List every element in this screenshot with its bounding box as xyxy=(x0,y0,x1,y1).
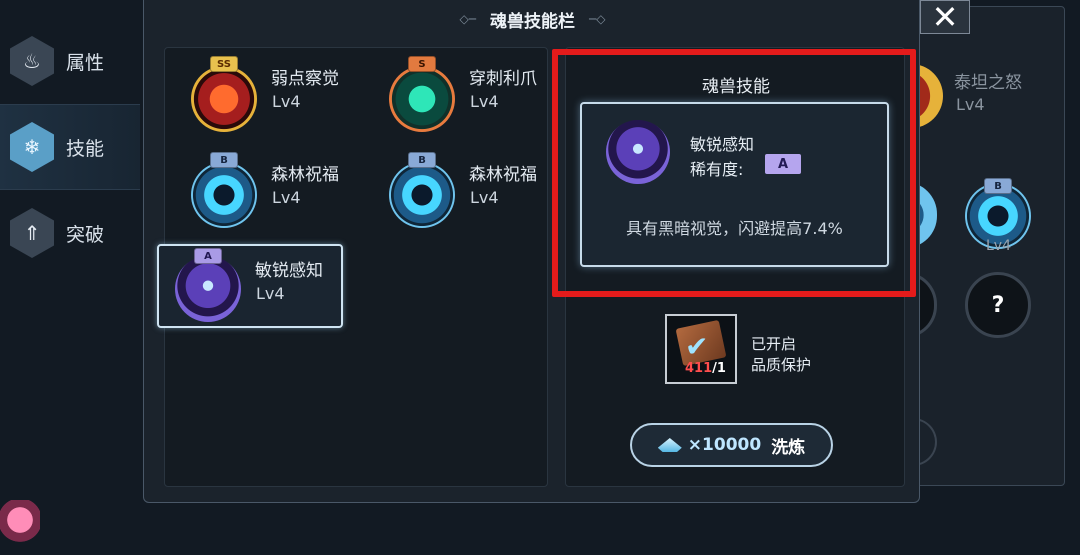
skill-level: Lv4 xyxy=(256,284,285,303)
arrow-up-icon: ⇑ xyxy=(10,208,54,258)
protection-line-2: 品质保护 xyxy=(751,356,812,374)
wash-cost: ×10000 xyxy=(687,435,762,455)
skill-level: Lv4 xyxy=(470,188,499,207)
skill-detail-card: 敏锐感知 稀有度: A 具有黑暗视觉，闪避提高7.4% xyxy=(580,102,889,267)
rarity-badge: SS xyxy=(210,56,238,72)
side-nav: ♨ 属性 ❄ 技能 ⇑ 突破 xyxy=(0,0,140,555)
nav-item-label: 突破 xyxy=(66,223,105,246)
piercing-claw-skill-icon xyxy=(389,66,455,132)
modal-title: 魂兽技能栏 xyxy=(490,11,575,32)
flame-icon: ♨ xyxy=(10,36,54,86)
nav-item-label: 技能 xyxy=(66,137,105,160)
wash-label: 洗炼 xyxy=(771,437,806,458)
crystal-icon xyxy=(657,438,682,452)
nav-item-breakthrough[interactable]: ⇑ 突破 xyxy=(0,190,140,276)
detail-heading: 魂兽技能 xyxy=(702,77,770,97)
skill-detail-panel: 魂兽技能 敏锐感知 稀有度: A 具有黑暗视觉，闪避提高7.4% xyxy=(565,47,905,487)
skill-item[interactable]: B 森林祝福 Lv4 xyxy=(173,148,359,232)
rarity-badge: A xyxy=(765,154,801,174)
rarity-label: 稀有度: xyxy=(690,160,744,179)
rarity-badge: B xyxy=(408,152,436,168)
background-skill-name: 泰坦之怒 xyxy=(954,73,1022,93)
check-icon: ✔ xyxy=(685,330,709,363)
nav-item-attributes[interactable]: ♨ 属性 xyxy=(0,18,140,104)
forest-blessing-skill-icon xyxy=(389,162,455,228)
title-ornament-right-icon: ─◇ xyxy=(589,12,606,26)
skill-name: 穿刺利爪 xyxy=(469,69,537,89)
wash-button[interactable]: ×10000 洗炼 xyxy=(630,423,833,467)
keen-perception-skill-icon xyxy=(606,120,670,184)
protection-count: 411/1 xyxy=(685,361,726,376)
rarity-badge: A xyxy=(194,248,222,264)
skill-name: 敏锐感知 xyxy=(255,261,323,281)
protection-status: 已开启 品质保护 xyxy=(751,334,811,376)
owned-count: 411 xyxy=(685,361,713,376)
locked-slot-icon[interactable]: ? xyxy=(965,272,1031,338)
skill-list: SS 弱点察觉 Lv4 S 穿刺利爪 Lv4 B 森林祝福 Lv4 B 森林祝福… xyxy=(157,47,548,487)
forest-blessing-skill-icon xyxy=(191,162,257,228)
rarity-badge: B xyxy=(210,152,238,168)
modal-header: ◇─ 魂兽技能栏 ─◇ xyxy=(144,8,921,32)
snowflake-icon: ❄ xyxy=(10,122,54,172)
quality-protection-item[interactable]: ✔ 411/1 xyxy=(665,314,737,384)
background-skill-level: Lv4 xyxy=(956,95,985,114)
needed-count: /1 xyxy=(712,361,726,376)
title-ornament-left-icon: ◇─ xyxy=(459,12,476,26)
detail-skill-name: 敏锐感知 xyxy=(690,135,755,154)
weakness-detect-skill-icon xyxy=(191,66,257,132)
nav-item-label: 属性 xyxy=(66,51,105,74)
skill-name: 森林祝福 xyxy=(469,165,537,185)
skill-level: Lv4 xyxy=(272,92,301,111)
rarity-badge: S xyxy=(408,56,436,72)
rarity-badge: B xyxy=(984,178,1012,194)
skill-name: 弱点察觉 xyxy=(271,69,339,89)
skill-name: 森林祝福 xyxy=(271,165,339,185)
keen-perception-skill-icon xyxy=(175,256,241,322)
skill-item-selected[interactable]: A 敏锐感知 Lv4 xyxy=(157,244,343,328)
close-icon[interactable]: ✕ xyxy=(920,0,970,34)
skill-item[interactable]: S 穿刺利爪 Lv4 xyxy=(371,52,557,136)
skill-description: 具有黑暗视觉，闪避提高7.4% xyxy=(626,219,843,238)
mascot-icon[interactable] xyxy=(0,500,40,550)
skill-level: Lv4 xyxy=(272,188,301,207)
protection-line-1: 已开启 xyxy=(751,335,797,353)
skill-item[interactable]: B 森林祝福 Lv4 xyxy=(371,148,557,232)
skill-level: Lv4 xyxy=(470,92,499,111)
background-orb-level: Lv4 xyxy=(986,238,1011,254)
nav-item-skills[interactable]: ❄ 技能 xyxy=(0,104,140,190)
skill-item[interactable]: SS 弱点察觉 Lv4 xyxy=(173,52,359,136)
